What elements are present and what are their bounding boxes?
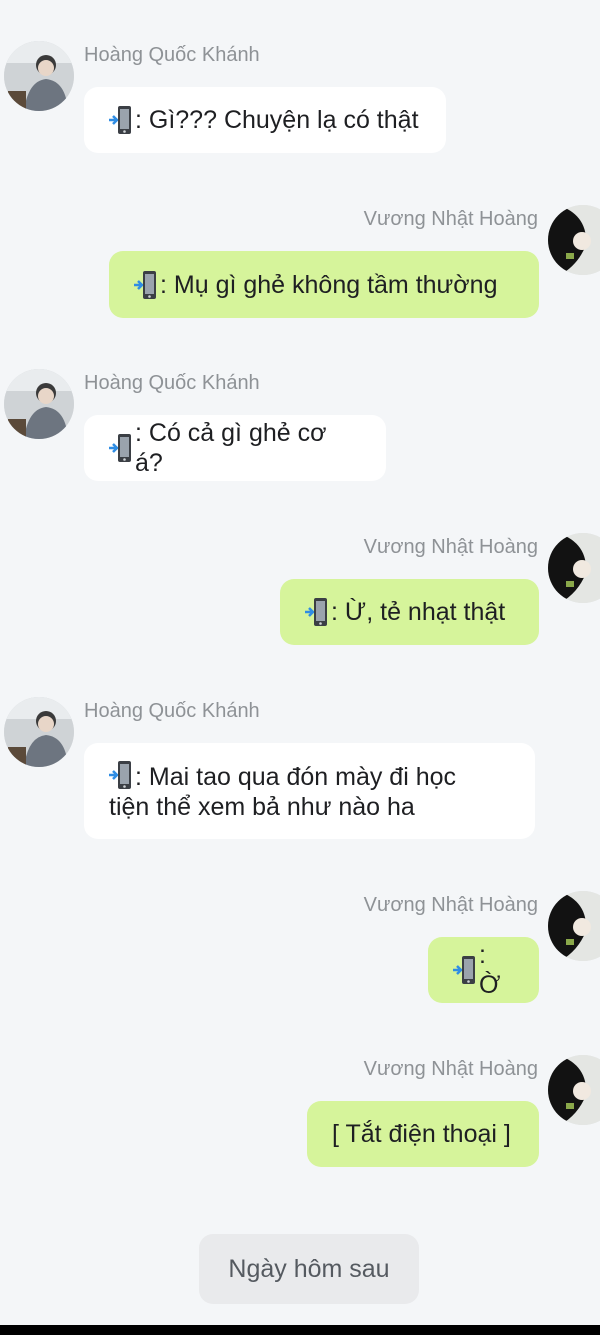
message-text: : Có cả gì ghẻ cơ á? <box>135 419 327 477</box>
message-text: : Ờ <box>479 941 501 999</box>
message-bubble[interactable]: : Có cả gì ghẻ cơ á? <box>84 415 386 481</box>
mobile-phone-arrow-icon <box>305 597 329 627</box>
avatar-hoang-quoc-khanh[interactable] <box>4 369 74 439</box>
mobile-phone-arrow-icon <box>109 433 133 463</box>
message-text: [ Tắt điện thoại ] <box>332 1120 511 1148</box>
message-bubble[interactable]: : Ờ <box>428 937 539 1003</box>
message-text-wrap: : Mai tao qua đón mày đi học tiện thể xe… <box>109 760 456 822</box>
avatar-vuong-nhat-hoang[interactable] <box>548 1055 600 1125</box>
avatar-vuong-nhat-hoang[interactable] <box>548 891 600 961</box>
message-text: : Mai tao qua đón mày đi học tiện thể xe… <box>109 763 457 821</box>
sender-name: Vương Nhật Hoàng <box>363 208 538 230</box>
sender-name: Hoàng Quốc Khánh <box>84 372 260 394</box>
sender-name: Vương Nhật Hoàng <box>363 536 538 558</box>
sender-name: Hoàng Quốc Khánh <box>84 700 260 722</box>
avatar-hoang-quoc-khanh[interactable] <box>4 41 74 111</box>
message-text: : Gì??? Chuyện lạ có thật <box>135 106 419 134</box>
bottom-bar <box>0 1325 600 1335</box>
message-bubble[interactable]: : Ừ, tẻ nhạt thật <box>280 579 539 645</box>
avatar-vuong-nhat-hoang[interactable] <box>548 533 600 603</box>
message-text: : Mụ gì ghẻ không tầm thường <box>160 270 498 299</box>
mobile-phone-arrow-icon <box>134 270 158 300</box>
sender-name: Vương Nhật Hoàng <box>363 894 538 916</box>
mobile-phone-arrow-icon <box>453 955 477 985</box>
mobile-phone-arrow-icon <box>109 105 133 135</box>
sender-name: Vương Nhật Hoàng <box>363 1058 538 1080</box>
message-text: : Ừ, tẻ nhạt thật <box>331 598 506 626</box>
message-bubble[interactable]: : Gì??? Chuyện lạ có thật <box>84 87 446 153</box>
message-bubble[interactable]: : Mụ gì ghẻ không tầm thường <box>109 251 539 318</box>
mobile-phone-arrow-icon <box>109 760 133 790</box>
sender-name: Hoàng Quốc Khánh <box>84 44 260 66</box>
avatar-hoang-quoc-khanh[interactable] <box>4 697 74 767</box>
message-bubble[interactable]: [ Tắt điện thoại ] <box>307 1101 539 1167</box>
day-divider: Ngày hôm sau <box>199 1234 419 1304</box>
avatar-vuong-nhat-hoang[interactable] <box>548 205 600 275</box>
message-bubble[interactable]: : Mai tao qua đón mày đi học tiện thể xe… <box>84 743 535 839</box>
